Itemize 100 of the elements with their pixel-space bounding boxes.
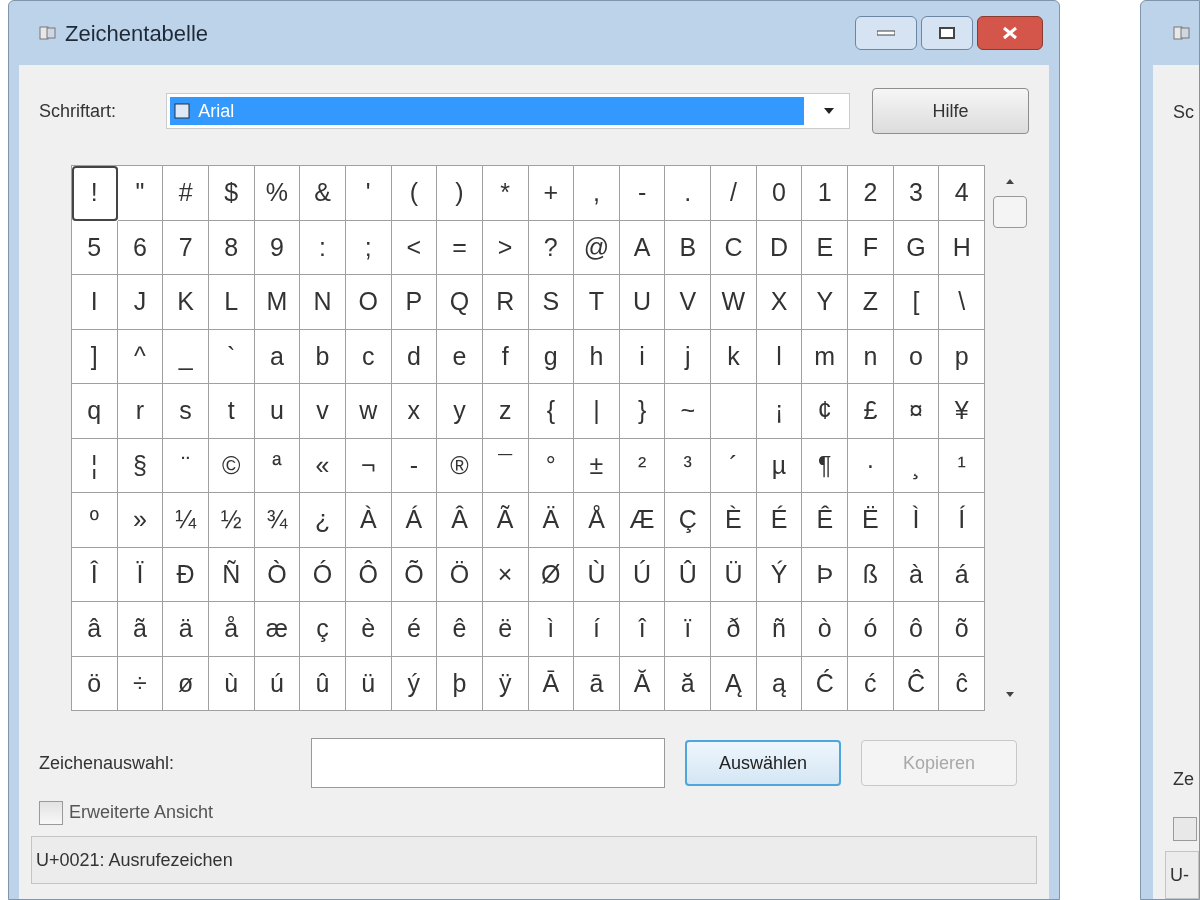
character-cell[interactable]: s: [163, 384, 209, 439]
character-cell[interactable]: Ā: [528, 656, 575, 711]
character-cell[interactable]: ß: [848, 547, 894, 602]
character-cell[interactable]: Å: [574, 493, 620, 548]
character-cell[interactable]: »: [117, 493, 164, 548]
character-cell[interactable]: ì: [528, 602, 575, 657]
character-cell[interactable]: ): [437, 166, 483, 221]
character-cell[interactable]: ¨: [163, 438, 209, 493]
character-cell[interactable]: a: [254, 329, 301, 384]
character-cell[interactable]: [711, 384, 757, 439]
character-cell[interactable]: ¿: [300, 493, 346, 548]
character-cell[interactable]: j: [665, 329, 712, 384]
character-cell[interactable]: ': [345, 166, 392, 221]
character-cell[interactable]: ć: [848, 656, 894, 711]
character-cell[interactable]: G: [893, 220, 940, 275]
character-cell[interactable]: $: [208, 166, 255, 221]
character-cell[interactable]: ¶: [802, 438, 849, 493]
character-cell[interactable]: ð: [711, 602, 757, 657]
character-cell[interactable]: Ú: [619, 547, 666, 602]
character-cell[interactable]: Í: [939, 493, 985, 548]
character-cell[interactable]: Ć: [802, 656, 849, 711]
character-cell[interactable]: ¯: [482, 438, 529, 493]
character-cell[interactable]: Ì: [893, 493, 940, 548]
character-cell[interactable]: Ĉ: [893, 656, 940, 711]
character-cell[interactable]: p: [939, 329, 985, 384]
character-cell[interactable]: æ: [254, 602, 301, 657]
character-cell[interactable]: =: [437, 220, 483, 275]
character-cell[interactable]: á: [939, 547, 985, 602]
character-cell[interactable]: Ñ: [208, 547, 255, 602]
character-cell[interactable]: º: [72, 493, 118, 548]
character-cell[interactable]: ñ: [756, 602, 803, 657]
character-cell[interactable]: ~: [665, 384, 712, 439]
character-cell[interactable]: â: [72, 602, 118, 657]
character-cell[interactable]: 8: [208, 220, 255, 275]
character-cell[interactable]: ¥: [939, 384, 985, 439]
character-cell[interactable]: ]: [72, 329, 118, 384]
character-cell[interactable]: }: [619, 384, 666, 439]
character-cell[interactable]: L: [208, 275, 255, 330]
character-cell[interactable]: B: [665, 220, 712, 275]
character-cell[interactable]: Ó: [300, 547, 346, 602]
character-cell[interactable]: ®: [437, 438, 483, 493]
character-cell[interactable]: `: [208, 329, 255, 384]
character-cell[interactable]: ù: [208, 656, 255, 711]
character-cell[interactable]: ú: [254, 656, 301, 711]
select-button[interactable]: Auswählen: [685, 740, 841, 786]
character-cell[interactable]: è: [345, 602, 392, 657]
character-cell[interactable]: ý: [391, 656, 438, 711]
character-cell[interactable]: ó: [848, 602, 894, 657]
character-cell[interactable]: T: [574, 275, 620, 330]
character-cell[interactable]: ä: [163, 602, 209, 657]
character-cell[interactable]: Y: [802, 275, 849, 330]
character-cell[interactable]: Õ: [391, 547, 438, 602]
character-cell[interactable]: !: [72, 166, 118, 221]
character-cell[interactable]: õ: [939, 602, 985, 657]
character-cell[interactable]: «: [300, 438, 346, 493]
character-cell[interactable]: 0: [756, 166, 803, 221]
character-cell[interactable]: ÷: [117, 656, 164, 711]
character-cell[interactable]: v: [300, 384, 346, 439]
character-cell[interactable]: g: [528, 329, 575, 384]
character-cell[interactable]: h: [574, 329, 620, 384]
character-cell[interactable]: ?: [528, 220, 575, 275]
character-cell[interactable]: ½: [208, 493, 255, 548]
character-cell[interactable]: ā: [574, 656, 620, 711]
character-cell[interactable]: %: [254, 166, 301, 221]
character-cell[interactable]: ": [117, 166, 164, 221]
character-cell[interactable]: 6: [117, 220, 164, 275]
character-cell[interactable]: E: [802, 220, 849, 275]
character-cell[interactable]: ô: [893, 602, 940, 657]
selection-input-field[interactable]: [311, 738, 665, 788]
character-cell[interactable]: F: [848, 220, 894, 275]
character-cell[interactable]: 9: [254, 220, 301, 275]
character-cell[interactable]: ,: [574, 166, 620, 221]
character-cell[interactable]: í: [574, 602, 620, 657]
character-cell[interactable]: Ï: [117, 547, 164, 602]
character-cell[interactable]: S: [528, 275, 575, 330]
character-cell[interactable]: 5: [72, 220, 118, 275]
character-cell[interactable]: ;: [345, 220, 392, 275]
character-cell[interactable]: ă: [665, 656, 712, 711]
character-cell[interactable]: à: [893, 547, 940, 602]
character-cell[interactable]: U: [619, 275, 666, 330]
character-cell[interactable]: ©: [208, 438, 255, 493]
character-cell[interactable]: Ô: [345, 547, 392, 602]
character-cell[interactable]: ±: [574, 438, 620, 493]
character-cell[interactable]: &: [300, 166, 346, 221]
character-cell[interactable]: H: [939, 220, 985, 275]
character-cell[interactable]: {: [528, 384, 575, 439]
character-cell[interactable]: È: [711, 493, 757, 548]
character-cell[interactable]: \: [939, 275, 985, 330]
character-cell[interactable]: d: [391, 329, 438, 384]
character-cell[interactable]: q: [72, 384, 118, 439]
character-cell[interactable]: ×: [482, 547, 529, 602]
character-cell[interactable]: M: [254, 275, 301, 330]
checkbox[interactable]: [1173, 817, 1197, 841]
character-cell[interactable]: t: [208, 384, 255, 439]
character-cell[interactable]: ë: [482, 602, 529, 657]
character-cell[interactable]: À: [345, 493, 392, 548]
character-cell[interactable]: y: [437, 384, 483, 439]
character-cell[interactable]: û: [300, 656, 346, 711]
character-cell[interactable]: <: [391, 220, 438, 275]
character-cell[interactable]: C: [711, 220, 757, 275]
